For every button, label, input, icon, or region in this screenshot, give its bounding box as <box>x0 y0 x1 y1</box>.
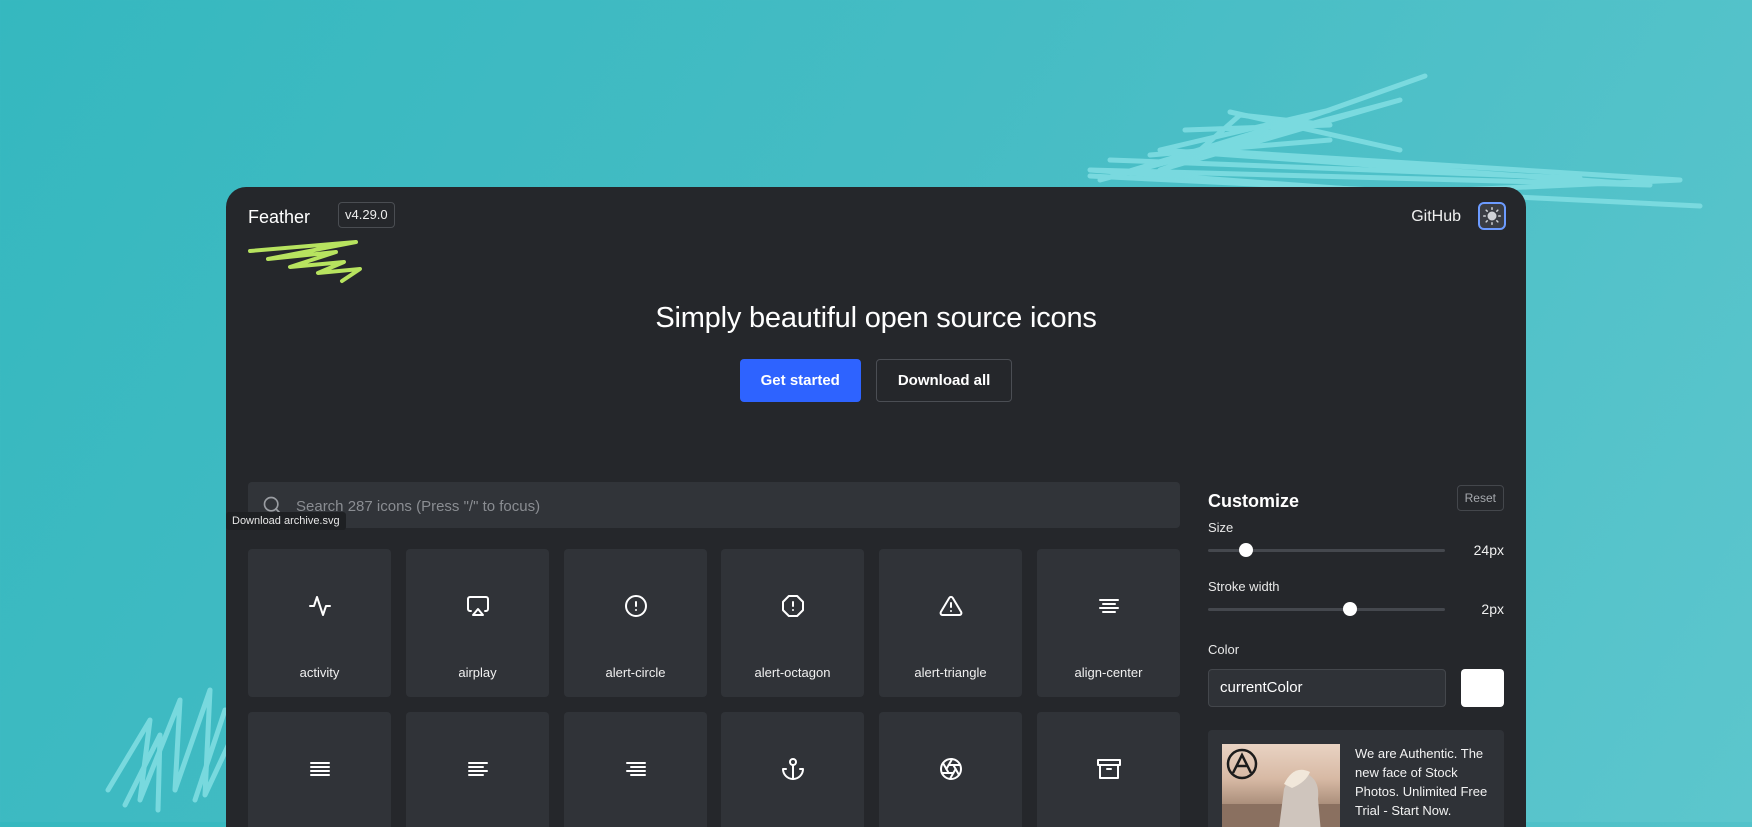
version-badge: v4.29.0 <box>338 202 395 228</box>
icon-label: activity <box>299 665 340 680</box>
aperture-icon <box>939 758 962 780</box>
icon-tile-align-right[interactable]: align-right <box>564 712 707 827</box>
customize-title: Customize <box>1208 491 1300 511</box>
ad-text[interactable]: We are Authentic. The new face of Stock … <box>1355 744 1494 820</box>
icon-label: alert-circle <box>605 665 666 680</box>
feather-app-window: Feather v4.29.0 GitHub Simply beautiful … <box>226 187 1526 827</box>
icon-tile-aperture[interactable]: aperture <box>879 712 1022 827</box>
sun-icon <box>1483 207 1501 225</box>
stroke-width-slider[interactable] <box>1208 602 1445 616</box>
theme-toggle-button[interactable] <box>1478 202 1506 230</box>
activity-icon <box>308 596 331 616</box>
align-justify-icon <box>309 762 330 776</box>
icon-tile-align-justify[interactable]: align-justify <box>248 712 391 827</box>
anchor-icon <box>781 758 804 780</box>
brand-name[interactable]: Feather <box>248 207 310 228</box>
ad-image[interactable] <box>1222 744 1340 827</box>
airplay-icon <box>466 596 489 616</box>
download-tooltip: Download archive.svg <box>226 512 346 530</box>
stroke-width-label: Stroke width <box>1208 579 1280 594</box>
sponsor-ad[interactable]: We are Authentic. The new face of Stock … <box>1208 730 1504 827</box>
hero-buttons: Get started Download all <box>226 359 1526 402</box>
color-label: Color <box>1208 642 1240 657</box>
icon-label: alert-triangle <box>914 665 987 680</box>
icon-tile-archive[interactable]: archive <box>1037 712 1180 827</box>
brand-scribble-decoration <box>248 240 362 283</box>
icon-label: align-center <box>1074 665 1143 680</box>
icon-tile-airplay[interactable]: airplay <box>406 549 549 697</box>
color-input[interactable]: currentColor <box>1208 669 1446 707</box>
icon-tile-alert-triangle[interactable]: alert-triangle <box>879 549 1022 697</box>
stroke-slider-track <box>1208 608 1445 611</box>
reset-button[interactable]: Reset <box>1456 485 1504 511</box>
ad-photo-art <box>1222 748 1340 827</box>
icon-tile-align-left[interactable]: align-left <box>406 712 549 827</box>
download-all-button[interactable]: Download all <box>875 359 1013 402</box>
alert-triangle-icon <box>939 595 962 616</box>
get-started-button[interactable]: Get started <box>739 359 861 402</box>
icon-tile-alert-circle[interactable]: alert-circle <box>564 549 707 697</box>
stroke-width-value: 2px <box>1481 601 1504 617</box>
github-link[interactable]: GitHub <box>1411 208 1461 226</box>
align-right-icon <box>625 762 646 776</box>
align-left-icon <box>467 762 488 776</box>
size-value: 24px <box>1473 542 1504 558</box>
stroke-slider-thumb[interactable] <box>1343 602 1358 616</box>
size-slider-thumb[interactable] <box>1238 543 1253 557</box>
icon-label: alert-octagon <box>754 665 831 680</box>
alert-circle-icon <box>624 595 647 617</box>
alert-octagon-icon <box>781 595 804 617</box>
icon-tile-anchor[interactable]: anchor <box>721 712 864 827</box>
icon-tile-activity[interactable]: activity <box>248 549 391 697</box>
icon-search-box[interactable] <box>248 482 1180 530</box>
icon-label: airplay <box>458 665 497 680</box>
icon-tile-alert-octagon[interactable]: alert-octagon <box>721 549 864 697</box>
align-center-icon <box>1098 599 1119 613</box>
icon-tile-align-center[interactable]: align-center <box>1037 549 1180 697</box>
hero-title: Simply beautiful open source icons <box>655 302 1097 334</box>
archive-icon <box>1096 759 1121 779</box>
top-bar: Feather v4.29.0 GitHub <box>248 202 1506 232</box>
size-label: Size <box>1208 520 1234 535</box>
size-slider[interactable] <box>1208 543 1445 557</box>
search-input[interactable] <box>294 482 1158 530</box>
color-swatch[interactable] <box>1461 669 1504 707</box>
